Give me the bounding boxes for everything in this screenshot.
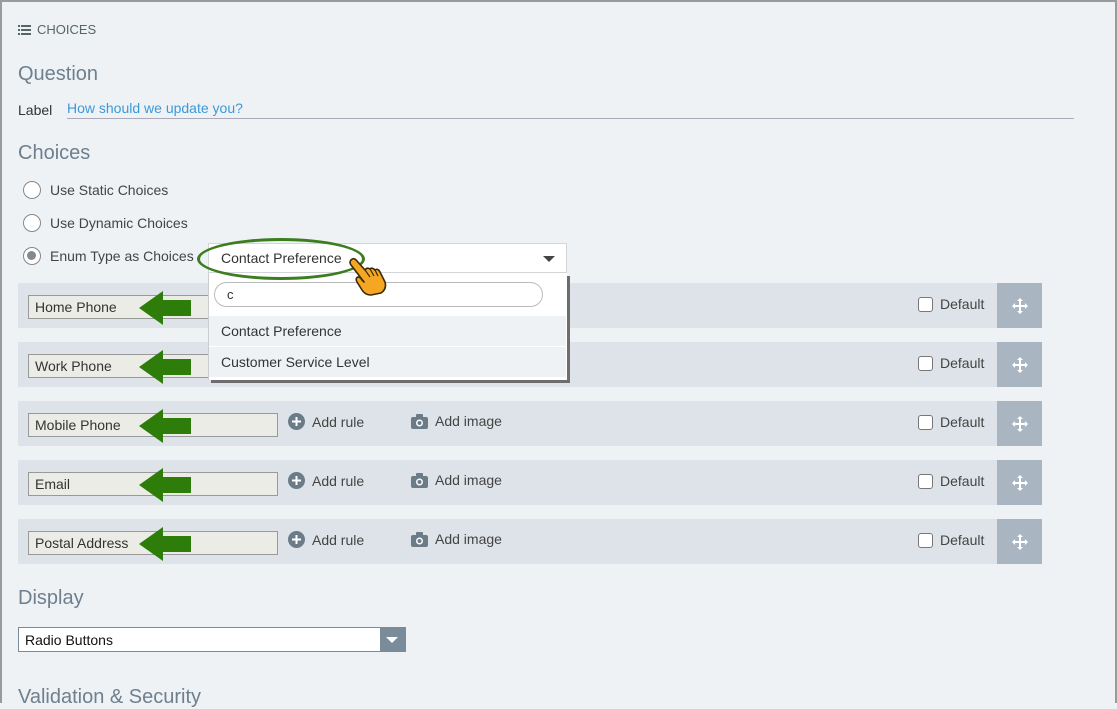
add-image-button[interactable]: Add image (411, 472, 502, 488)
validation-heading: Validation & Security (18, 686, 202, 708)
add-image-label: Add image (435, 531, 502, 547)
move-icon (1011, 415, 1028, 432)
move-icon (1011, 356, 1028, 373)
camera-icon (411, 413, 428, 429)
drag-handle[interactable] (997, 283, 1042, 328)
radio-enum-type[interactable]: Enum Type as Choices (23, 247, 194, 265)
drag-handle[interactable] (997, 342, 1042, 387)
radio-label: Enum Type as Choices (50, 248, 194, 264)
checkbox[interactable] (918, 355, 933, 371)
radio-button[interactable] (23, 181, 41, 199)
add-rule-button[interactable]: Add rule (288, 472, 364, 489)
arrow-left-icon (139, 291, 191, 325)
choice-row: Add rule Add image Default (18, 401, 1042, 446)
add-rule-label: Add rule (312, 531, 365, 548)
choice-row: Add rule Add image Default (18, 460, 1042, 505)
chevron-down-icon[interactable] (380, 628, 405, 651)
breadcrumb-label: CHOICES (37, 22, 97, 37)
checkbox[interactable] (918, 414, 933, 430)
plus-circle-icon (288, 413, 305, 430)
pointing-hand-icon (349, 257, 387, 296)
add-rule-label: Add rule (312, 472, 365, 489)
default-label: Default (940, 473, 985, 489)
dropdown-option-contact-preference[interactable]: Contact Preference (209, 316, 566, 346)
checkbox[interactable] (918, 532, 933, 548)
display-heading: Display (18, 587, 84, 609)
add-rule-button[interactable]: Add rule (288, 413, 364, 430)
plus-circle-icon (288, 472, 305, 489)
default-label: Default (940, 355, 985, 371)
radio-button[interactable] (23, 214, 41, 232)
drag-handle[interactable] (997, 401, 1042, 446)
move-icon (1011, 297, 1028, 314)
highlight-ellipse (197, 238, 365, 280)
chevron-down-icon (543, 256, 555, 262)
default-checkbox[interactable]: Default (918, 473, 984, 489)
default-checkbox[interactable]: Default (918, 414, 984, 430)
choices-heading: Choices (18, 142, 91, 164)
add-image-button[interactable]: Add image (411, 531, 502, 547)
checkbox[interactable] (918, 296, 933, 312)
default-label: Default (940, 296, 985, 312)
arrow-left-icon (139, 527, 191, 561)
display-type-select[interactable]: Radio Buttons (18, 627, 406, 652)
question-label-input[interactable] (67, 98, 1074, 119)
add-image-label: Add image (435, 413, 502, 429)
move-icon (1011, 474, 1028, 491)
arrow-left-icon (139, 468, 191, 502)
choice-row: Add rule Add image Default (18, 519, 1042, 564)
default-checkbox[interactable]: Default (918, 532, 984, 548)
camera-icon (411, 472, 428, 488)
radio-label: Use Static Choices (50, 182, 169, 198)
drag-handle[interactable] (997, 460, 1042, 505)
add-image-label: Add image (435, 472, 502, 488)
display-select-value: Radio Buttons (25, 631, 113, 648)
drag-handle[interactable] (997, 519, 1042, 564)
question-heading: Question (18, 63, 99, 85)
plus-circle-icon (288, 531, 305, 548)
label-caption: Label (18, 102, 53, 118)
add-rule-button[interactable]: Add rule (288, 531, 364, 548)
add-image-button[interactable]: Add image (411, 413, 502, 429)
radio-label: Use Dynamic Choices (50, 215, 188, 231)
default-label: Default (940, 532, 985, 548)
radio-static-choices[interactable]: Use Static Choices (23, 181, 168, 199)
default-checkbox[interactable]: Default (918, 296, 984, 312)
default-label: Default (940, 414, 985, 430)
move-icon (1011, 533, 1028, 550)
arrow-left-icon (139, 409, 191, 443)
arrow-left-icon (139, 350, 191, 384)
radio-button-checked[interactable] (23, 247, 41, 265)
radio-dynamic-choices[interactable]: Use Dynamic Choices (23, 214, 188, 232)
breadcrumb: CHOICES (18, 22, 96, 37)
checkbox[interactable] (918, 473, 933, 489)
add-rule-label: Add rule (312, 413, 365, 430)
list-icon (18, 24, 31, 35)
dropdown-option-customer-service-level[interactable]: Customer Service Level (209, 347, 566, 377)
default-checkbox[interactable]: Default (918, 355, 984, 371)
camera-icon (411, 531, 428, 547)
